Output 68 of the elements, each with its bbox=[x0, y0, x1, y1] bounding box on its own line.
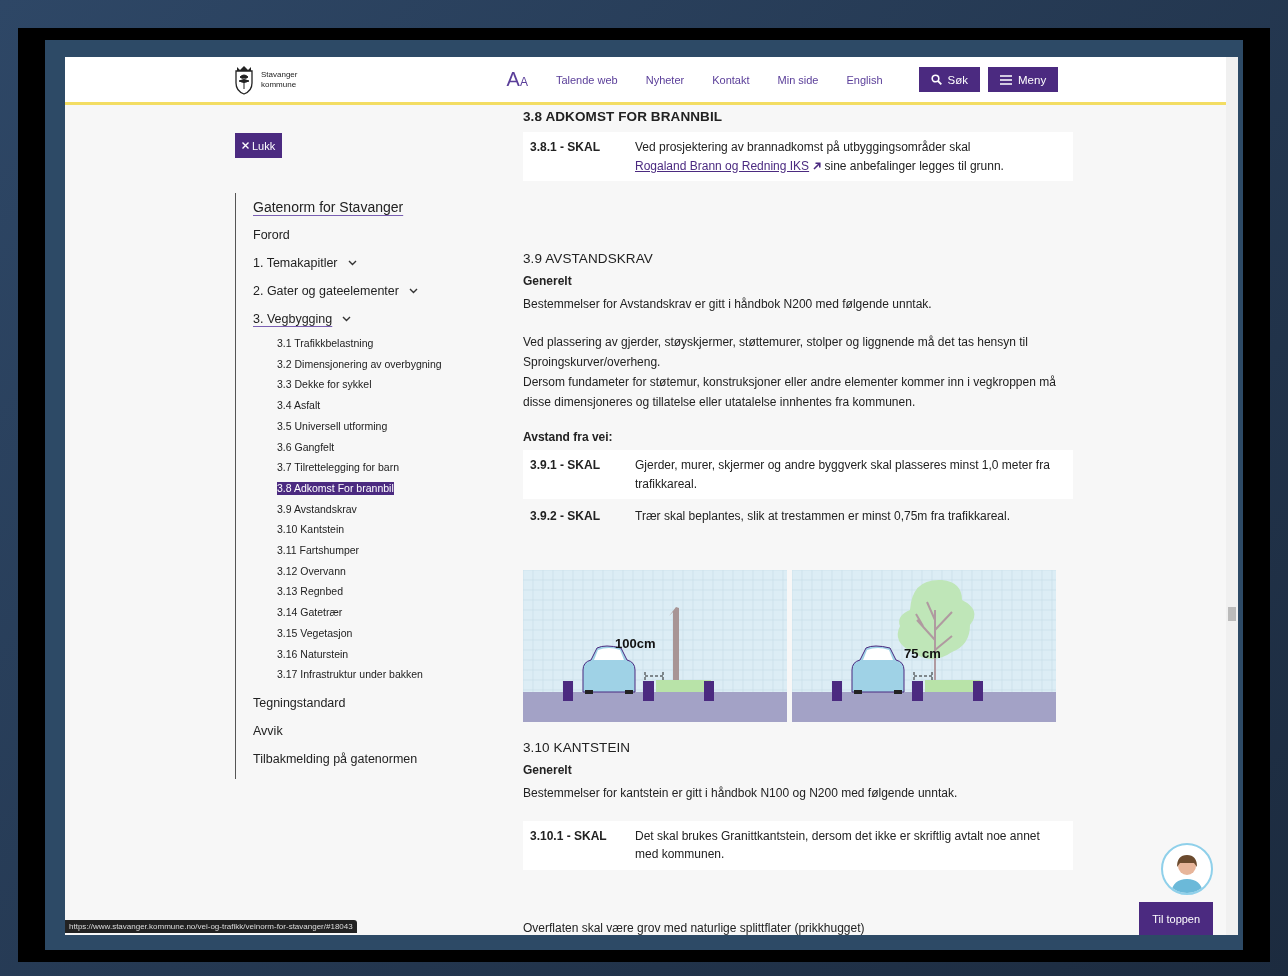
requirement-code: 3.8.1 - SKAL bbox=[530, 139, 602, 156]
external-link[interactable]: Rogaland Brann og Redning IKS bbox=[635, 158, 822, 173]
search-button[interactable]: Søk bbox=[918, 67, 981, 92]
toc-sublink[interactable]: 3.9 Avstandskrav bbox=[277, 498, 357, 520]
nav-link[interactable]: Nyheter bbox=[645, 73, 685, 86]
toc-link[interactable]: Tilbakmelding på gatenormen bbox=[253, 744, 418, 773]
requirement-text: Trær skal beplantes, slik at trestammen er minst 0,75m fra trafikkareal. bbox=[635, 508, 1011, 525]
requirement-code: 3.9.1 - SKAL bbox=[530, 457, 602, 474]
toc-sublink[interactable]: 3.2 Dimensjonering av overbygning bbox=[277, 353, 442, 375]
subheading: Avstand fra vei: bbox=[523, 430, 614, 444]
scrollbar[interactable] bbox=[1226, 57, 1238, 935]
chevron-down-icon[interactable] bbox=[342, 316, 352, 322]
toc-sublink[interactable]: 3.14 Gatetrær bbox=[277, 602, 343, 623]
toc-sublink[interactable]: 3.10 Kantstein bbox=[277, 519, 345, 540]
toc-title-link[interactable]: Gatenorm for Stavanger bbox=[253, 193, 523, 221]
back-to-top-button[interactable]: Til toppen bbox=[1139, 902, 1214, 935]
toc-sublink[interactable]: 3.3 Dekke for sykkel bbox=[277, 374, 372, 396]
status-bar-url: https://www.stavanger.kommune.no/vei-og-trafikk/veinorm-for-stavanger/#18043 bbox=[65, 920, 357, 933]
subheading: Generelt bbox=[523, 274, 573, 288]
paragraph: Bestemmelser for kantstein er gitt i håndbok N100 og N200 med følgende unntak. bbox=[523, 784, 959, 802]
assistant-avatar[interactable] bbox=[1161, 843, 1214, 895]
toc-sublink[interactable]: 3.15 Vegetasjon bbox=[277, 622, 353, 644]
logo-text[interactable]: Stavanger kommune bbox=[261, 69, 298, 90]
toc-link[interactable]: Avvik bbox=[253, 716, 283, 745]
requirement-code: 3.9.2 - SKAL bbox=[530, 508, 602, 525]
distance-label: 100cm bbox=[615, 635, 656, 651]
close-button[interactable]: Lukk bbox=[235, 133, 283, 158]
toc-sublink[interactable]: 3.8 Adkomst For brannbil bbox=[277, 481, 394, 495]
toc-link[interactable]: Forord bbox=[253, 221, 290, 249]
requirement-code: 3.10.1 - SKAL bbox=[530, 827, 608, 845]
nav-link[interactable]: Min side bbox=[777, 73, 819, 86]
section-heading: 3.9 AVSTANDSKRAV bbox=[523, 251, 654, 266]
section-heading: 3.8 ADKOMST FOR BRANNBIL bbox=[523, 109, 724, 124]
toc-sublink[interactable]: 3.17 Infrastruktur under bakken bbox=[277, 664, 423, 685]
menu-icon bbox=[1000, 74, 1013, 85]
subheading: Generelt bbox=[523, 762, 573, 777]
close-icon bbox=[242, 142, 249, 149]
nav-link[interactable]: Talende web bbox=[555, 73, 618, 86]
toc-sublink[interactable]: 3.16 Naturstein bbox=[277, 643, 349, 665]
nav-link[interactable]: English bbox=[846, 73, 883, 86]
search-icon bbox=[930, 74, 942, 85]
distance-label: 75 cm bbox=[904, 645, 941, 661]
chevron-down-icon[interactable] bbox=[408, 288, 418, 294]
toc-sublink[interactable]: 3.12 Overvann bbox=[277, 560, 346, 582]
section-heading: 3.10 KANTSTEIN bbox=[523, 739, 632, 755]
chevron-down-icon[interactable] bbox=[347, 260, 357, 266]
toc-link[interactable]: 2. Gater og gateelementer bbox=[253, 277, 399, 305]
requirement-text: Det skal brukes Granittkantstein, dersom det ikke er skriftlig avtalt noe annet med kommunen. bbox=[635, 827, 1041, 863]
paragraph: Bestemmelser for Avstandskrav er gitt i håndbok N200 med følgende unntak. bbox=[523, 296, 933, 313]
external-link-icon bbox=[813, 161, 822, 170]
requirement-text: Ved prosjektering av brannadkomst på utbyggingsområder skal Rogaland Brann og Redning IKS sine anbefalinger legges til grunn. bbox=[635, 139, 1005, 175]
toc-link[interactable]: 1. Temakapitler bbox=[253, 249, 338, 277]
coat-of-arms-icon bbox=[233, 64, 255, 95]
menu-button[interactable]: Meny bbox=[988, 67, 1059, 92]
toc-sublink[interactable]: 3.1 Trafikkbelastning bbox=[277, 333, 374, 354]
toc-sublink[interactable]: 3.7 Tilrettelegging for barn bbox=[277, 457, 399, 478]
requirement-text: Gjerder, murer, skjermer og andre byggverk skal plasseres minst 1,0 meter fra trafikkareal. bbox=[635, 457, 1051, 493]
toc-sublink[interactable]: 3.4 Asfalt bbox=[277, 395, 321, 416]
text-size-button[interactable]: AA bbox=[506, 68, 528, 91]
toc-sublink[interactable]: 3.6 Gangfelt bbox=[277, 436, 335, 458]
paragraph: Ved plassering av gjerder, støyskjermer, støttemurer, stolper og liggnende må det tas hensyn til Sproingskurver/overheng. Dersom fundameter for støtemur, konstruksjoner eller andre elementer kommer inn i vegkroppen må disse dimensjoneres og tillatelse eller utatalelse innhentes fra kommunen. bbox=[523, 334, 1057, 411]
toc-link[interactable]: 3. Vegbygging bbox=[253, 305, 333, 333]
toc-link[interactable]: Tegningstandard bbox=[253, 688, 346, 717]
toc-sublink[interactable]: 3.13 Regnbed bbox=[277, 581, 343, 603]
nav-link[interactable]: Kontakt bbox=[712, 73, 750, 86]
toc-sublink[interactable]: 3.11 Fartshumper bbox=[277, 540, 360, 561]
paragraph: Overflaten skal være grov med naturlige splittflater (prikkhugget) bbox=[523, 919, 866, 935]
toc-sublink[interactable]: 3.5 Universell utforming bbox=[277, 415, 388, 437]
